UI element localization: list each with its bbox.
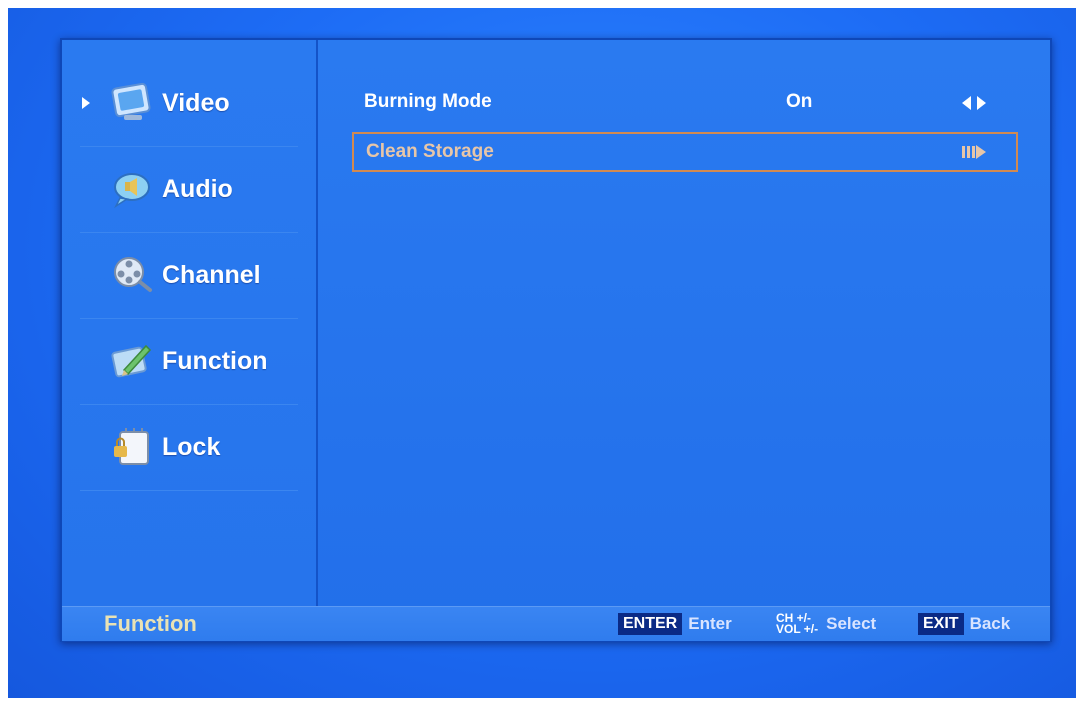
menu-row-clean-storage[interactable]: Clean Storage	[352, 132, 1018, 172]
enter-arrow-icon[interactable]	[962, 145, 988, 159]
menu-row-burning-mode[interactable]: Burning Mode On	[352, 82, 1018, 122]
sidebar-item-channel[interactable]: Channel	[80, 232, 298, 319]
sidebar-item-label: Function	[162, 346, 268, 375]
audio-icon	[114, 173, 150, 209]
exit-key-badge: EXIT	[918, 613, 964, 635]
sidebar-item-lock[interactable]: Lock	[80, 404, 298, 491]
sidebar-item-label: Audio	[162, 174, 233, 203]
footer-bar: Function ENTER Enter CH +/- VOL +/- Sele…	[62, 606, 1050, 641]
function-icon	[111, 344, 152, 378]
osd-menu-panel: Video Audio Channel Function Lock Burnin…	[60, 38, 1052, 642]
row-label: Clean Storage	[366, 141, 494, 162]
enter-key-badge: ENTER	[618, 613, 683, 635]
hint-text: Back	[969, 614, 1011, 633]
channel-icon	[114, 257, 152, 292]
sidebar-item-label: Channel	[162, 260, 261, 289]
sidebar-item-label: Lock	[162, 432, 221, 461]
video-icon	[111, 82, 151, 120]
sidebar-item-function[interactable]: Function	[80, 318, 298, 405]
hint-back: EXIT Back	[918, 613, 1018, 635]
ch-vol-key-badge: CH +/- VOL +/-	[774, 612, 820, 636]
lock-icon	[114, 428, 149, 465]
sidebar-item-audio[interactable]: Audio	[80, 146, 298, 233]
sidebar: Video Audio Channel Function Lock	[62, 40, 318, 606]
hint-select: CH +/- VOL +/- Select	[774, 612, 884, 636]
vol-key-label: VOL +/-	[776, 622, 819, 636]
settings-content: Burning Mode On Clean Storage	[318, 40, 1050, 606]
row-value: On	[786, 91, 813, 112]
hint-text: Enter	[688, 614, 732, 633]
selection-arrow-icon	[82, 97, 90, 109]
left-right-arrows-icon[interactable]	[962, 96, 986, 110]
footer-title: Function	[104, 611, 197, 636]
hint-enter: ENTER Enter	[618, 613, 740, 635]
sidebar-item-label: Video	[162, 88, 230, 117]
sidebar-item-video[interactable]: Video	[80, 60, 298, 147]
tv-screen: Video Audio Channel Function Lock Burnin…	[8, 8, 1076, 698]
hint-text: Select	[826, 614, 877, 633]
row-label: Burning Mode	[364, 91, 492, 112]
